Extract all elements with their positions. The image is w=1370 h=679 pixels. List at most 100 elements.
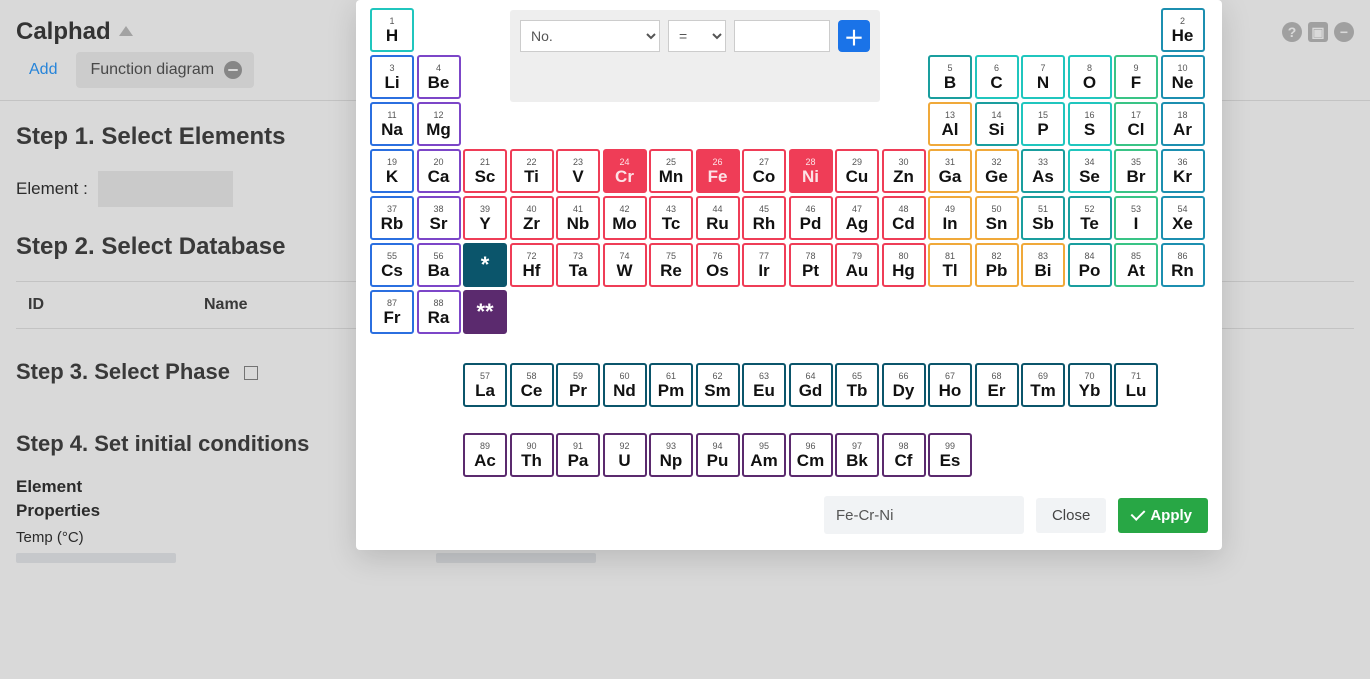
element-Ar[interactable]: 18Ar (1161, 102, 1205, 146)
element-K[interactable]: 19K (370, 149, 414, 193)
element-Nd[interactable]: 60Nd (603, 363, 647, 407)
element-Tm[interactable]: 69Tm (1021, 363, 1065, 407)
element-Np[interactable]: 93Np (649, 433, 693, 477)
element-La[interactable]: 57La (463, 363, 507, 407)
element-F[interactable]: 9F (1114, 55, 1158, 99)
element-Pt[interactable]: 78Pt (789, 243, 833, 287)
element-Th[interactable]: 90Th (510, 433, 554, 477)
element-As[interactable]: 33As (1021, 149, 1065, 193)
element-Ga[interactable]: 31Ga (928, 149, 972, 193)
filter-field-select[interactable]: No. (520, 20, 660, 52)
element-Sr[interactable]: 38Sr (417, 196, 461, 240)
filter-value-input[interactable] (734, 20, 830, 52)
element-Mo[interactable]: 42Mo (603, 196, 647, 240)
filter-op-select[interactable]: = (668, 20, 726, 52)
element-Pu[interactable]: 94Pu (696, 433, 740, 477)
element-Ru[interactable]: 44Ru (696, 196, 740, 240)
element-Tl[interactable]: 81Tl (928, 243, 972, 287)
element-Ge[interactable]: 32Ge (975, 149, 1019, 193)
element-Y[interactable]: 39Y (463, 196, 507, 240)
element-Ca[interactable]: 20Ca (417, 149, 461, 193)
element-Bi[interactable]: 83Bi (1021, 243, 1065, 287)
element-Au[interactable]: 79Au (835, 243, 879, 287)
element-Am[interactable]: 95Am (742, 433, 786, 477)
element-Kr[interactable]: 36Kr (1161, 149, 1205, 193)
element-Na[interactable]: 11Na (370, 102, 414, 146)
element-Pm[interactable]: 61Pm (649, 363, 693, 407)
element-Sm[interactable]: 62Sm (696, 363, 740, 407)
element-Os[interactable]: 76Os (696, 243, 740, 287)
filter-add-button[interactable]: ＋ (838, 20, 870, 52)
element-Se[interactable]: 34Se (1068, 149, 1112, 193)
element-Bk[interactable]: 97Bk (835, 433, 879, 477)
element-Hg[interactable]: 80Hg (882, 243, 926, 287)
element-Si[interactable]: 14Si (975, 102, 1019, 146)
element-Cf[interactable]: 98Cf (882, 433, 926, 477)
element-Es[interactable]: 99Es (928, 433, 972, 477)
element-Rh[interactable]: 45Rh (742, 196, 786, 240)
element-V[interactable]: 23V (556, 149, 600, 193)
selected-elements-input[interactable] (824, 496, 1024, 534)
element-Eu[interactable]: 63Eu (742, 363, 786, 407)
element-**[interactable]: ** (463, 290, 507, 334)
element-Br[interactable]: 35Br (1114, 149, 1158, 193)
element-Pb[interactable]: 82Pb (975, 243, 1019, 287)
element-Cm[interactable]: 96Cm (789, 433, 833, 477)
element-Tc[interactable]: 43Tc (649, 196, 693, 240)
element-I[interactable]: 53I (1114, 196, 1158, 240)
element-Er[interactable]: 68Er (975, 363, 1019, 407)
element-Ra[interactable]: 88Ra (417, 290, 461, 334)
element-O[interactable]: 8O (1068, 55, 1112, 99)
element-H[interactable]: 1H (370, 8, 414, 52)
element-Zn[interactable]: 30Zn (882, 149, 926, 193)
element-Lu[interactable]: 71Lu (1114, 363, 1158, 407)
element-Dy[interactable]: 66Dy (882, 363, 926, 407)
element-Cr[interactable]: 24Cr (603, 149, 647, 193)
element-Po[interactable]: 84Po (1068, 243, 1112, 287)
element-Pr[interactable]: 59Pr (556, 363, 600, 407)
element-Ta[interactable]: 73Ta (556, 243, 600, 287)
element-W[interactable]: 74W (603, 243, 647, 287)
element-Ac[interactable]: 89Ac (463, 433, 507, 477)
element-C[interactable]: 6C (975, 55, 1019, 99)
element-Hf[interactable]: 72Hf (510, 243, 554, 287)
element-Ni[interactable]: 28Ni (789, 149, 833, 193)
element-U[interactable]: 92U (603, 433, 647, 477)
element-Fr[interactable]: 87Fr (370, 290, 414, 334)
element-In[interactable]: 49In (928, 196, 972, 240)
element-Pa[interactable]: 91Pa (556, 433, 600, 477)
element-Pd[interactable]: 46Pd (789, 196, 833, 240)
element-Sb[interactable]: 51Sb (1021, 196, 1065, 240)
element-S[interactable]: 16S (1068, 102, 1112, 146)
element-Re[interactable]: 75Re (649, 243, 693, 287)
apply-button[interactable]: Apply (1118, 498, 1208, 533)
element-B[interactable]: 5B (928, 55, 972, 99)
element-Cl[interactable]: 17Cl (1114, 102, 1158, 146)
element-Al[interactable]: 13Al (928, 102, 972, 146)
element-Cu[interactable]: 29Cu (835, 149, 879, 193)
element-Co[interactable]: 27Co (742, 149, 786, 193)
element-Gd[interactable]: 64Gd (789, 363, 833, 407)
element-Ce[interactable]: 58Ce (510, 363, 554, 407)
element-Te[interactable]: 52Te (1068, 196, 1112, 240)
element-Fe[interactable]: 26Fe (696, 149, 740, 193)
element-P[interactable]: 15P (1021, 102, 1065, 146)
element-Ba[interactable]: 56Ba (417, 243, 461, 287)
element-Cs[interactable]: 55Cs (370, 243, 414, 287)
element-Xe[interactable]: 54Xe (1161, 196, 1205, 240)
element-Sc[interactable]: 21Sc (463, 149, 507, 193)
element-Ne[interactable]: 10Ne (1161, 55, 1205, 99)
element-Sn[interactable]: 50Sn (975, 196, 1019, 240)
element-Ag[interactable]: 47Ag (835, 196, 879, 240)
element-At[interactable]: 85At (1114, 243, 1158, 287)
element-Rn[interactable]: 86Rn (1161, 243, 1205, 287)
element-Tb[interactable]: 65Tb (835, 363, 879, 407)
element-He[interactable]: 2He (1161, 8, 1205, 52)
element-Ti[interactable]: 22Ti (510, 149, 554, 193)
element-*[interactable]: * (463, 243, 507, 287)
element-Mn[interactable]: 25Mn (649, 149, 693, 193)
element-Ir[interactable]: 77Ir (742, 243, 786, 287)
element-Zr[interactable]: 40Zr (510, 196, 554, 240)
element-Cd[interactable]: 48Cd (882, 196, 926, 240)
element-Rb[interactable]: 37Rb (370, 196, 414, 240)
